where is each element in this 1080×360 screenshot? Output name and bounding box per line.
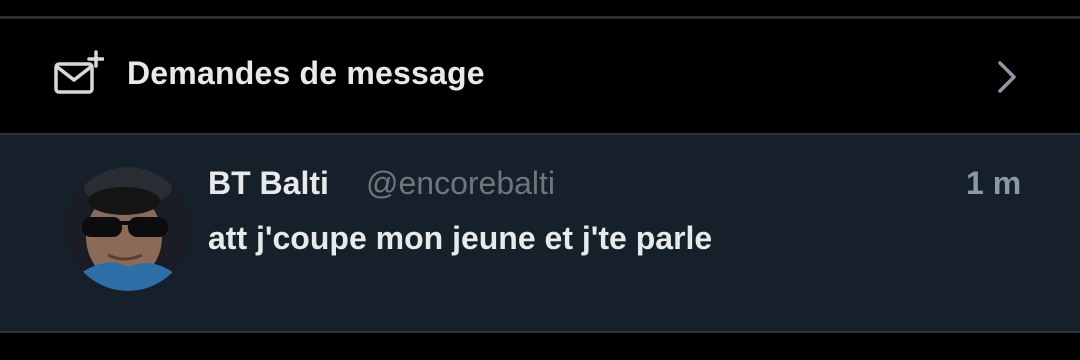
user-avatar[interactable]	[66, 167, 190, 291]
message-preview: att j'coupe mon jeune et j'te parle	[208, 220, 713, 256]
bottom-area	[0, 333, 1080, 360]
envelope-plus-icon	[54, 50, 104, 94]
message-requests-label: Demandes de message	[127, 55, 485, 91]
message-timestamp: 1 m	[966, 165, 1022, 201]
chevron-right-icon[interactable]	[992, 57, 1022, 97]
display-name: BT Balti	[208, 165, 329, 201]
user-handle: @encorebalti	[366, 165, 556, 201]
